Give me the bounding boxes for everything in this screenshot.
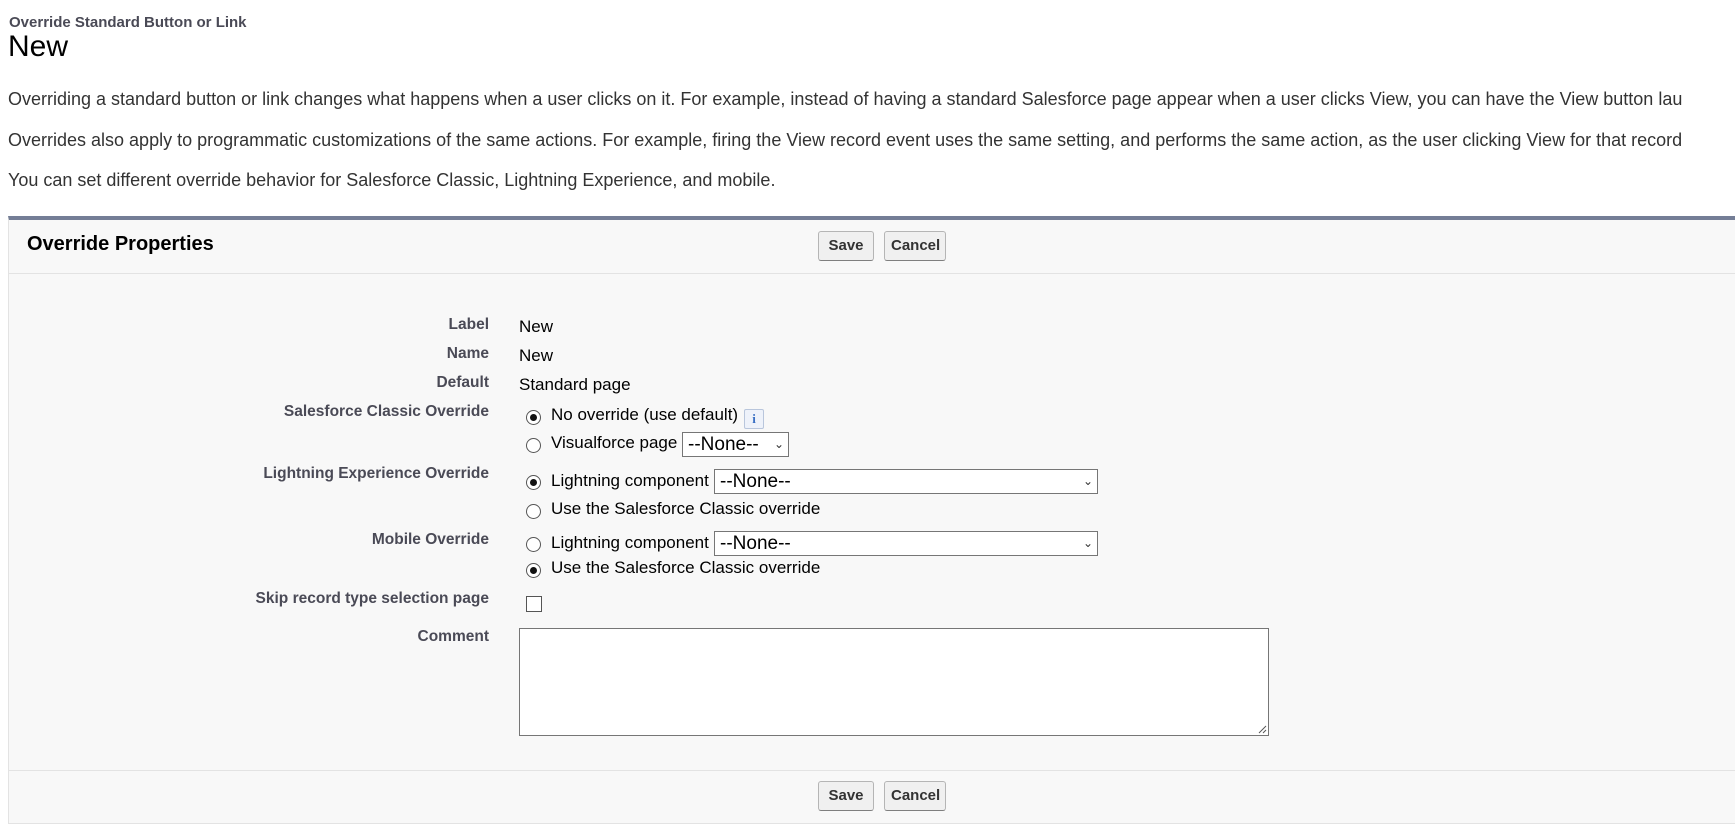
panel-title: Override Properties <box>27 233 214 255</box>
comment-label: Comment <box>417 628 489 645</box>
name-field-value: New <box>519 346 554 365</box>
mobile-override-label: Mobile Override <box>371 531 489 548</box>
label-field-label: Label <box>448 316 489 333</box>
name-field-label: Name <box>446 345 489 362</box>
lightning-component-select-value: --None-- <box>720 471 791 492</box>
classic-override-label: Salesforce Classic Override <box>283 403 489 420</box>
resize-handle-icon[interactable] <box>1257 724 1267 734</box>
chevron-down-icon: ⌄ <box>1082 536 1093 550</box>
save-button-bottom[interactable]: Save <box>818 781 874 811</box>
intro-paragraph-1: Overriding a standard button or link cha… <box>8 89 1683 109</box>
default-field-label: Default <box>436 374 489 391</box>
comment-textarea[interactable] <box>519 628 1269 736</box>
save-button[interactable]: Save <box>818 231 874 261</box>
classic-visualforce-radio[interactable] <box>526 438 541 453</box>
chevron-down-icon: ⌄ <box>773 437 784 451</box>
skip-record-type-checkbox[interactable] <box>526 596 542 612</box>
info-icon[interactable]: i <box>744 409 764 429</box>
lightning-use-classic-label: Use the Salesforce Classic override <box>551 499 821 518</box>
label-field-value: New <box>519 317 554 336</box>
intro-paragraph-3: You can set different override behavior … <box>8 170 776 190</box>
mobile-component-select-value: --None-- <box>720 533 791 554</box>
lightning-use-classic-radio[interactable] <box>526 504 541 519</box>
visualforce-page-select[interactable]: --None-- ⌄ <box>682 432 789 457</box>
lightning-component-select[interactable]: --None-- ⌄ <box>714 469 1098 494</box>
classic-no-override-radio[interactable] <box>526 410 541 425</box>
lightning-override-label: Lightning Experience Override <box>263 465 489 482</box>
cancel-button-bottom[interactable]: Cancel <box>884 781 946 811</box>
default-field-value: Standard page <box>519 375 631 394</box>
mobile-lightning-component-radio[interactable] <box>526 537 541 552</box>
lightning-component-radio[interactable] <box>526 475 541 490</box>
classic-visualforce-label: Visualforce page <box>551 433 678 452</box>
mobile-component-select[interactable]: --None-- ⌄ <box>714 531 1098 556</box>
panel-footer-divider <box>8 770 1735 771</box>
visualforce-page-select-value: --None-- <box>688 434 759 455</box>
lightning-component-label: Lightning component <box>551 471 709 490</box>
chevron-down-icon: ⌄ <box>1082 474 1093 488</box>
intro-paragraph-2: Overrides also apply to programmatic cus… <box>8 130 1683 150</box>
mobile-use-classic-label: Use the Salesforce Classic override <box>551 558 821 577</box>
cancel-button[interactable]: Cancel <box>884 231 946 261</box>
breadcrumb: Override Standard Button or Link <box>9 14 247 31</box>
panel-header-divider <box>8 273 1735 274</box>
skip-record-type-label: Skip record type selection page <box>255 590 489 607</box>
mobile-lightning-component-label: Lightning component <box>551 533 709 552</box>
mobile-use-classic-radio[interactable] <box>526 563 541 578</box>
page-title: New <box>8 30 69 63</box>
classic-no-override-label: No override (use default) <box>551 405 739 424</box>
